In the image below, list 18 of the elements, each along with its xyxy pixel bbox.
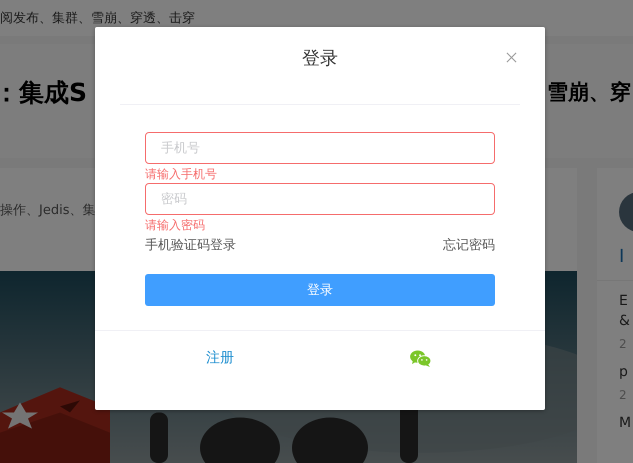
login-button[interactable]: 登录 (145, 274, 495, 306)
sms-login-link[interactable]: 手机验证码登录 (145, 236, 236, 254)
post-title[interactable]: E (619, 291, 633, 311)
dialog-title: 登录 (302, 48, 338, 70)
error-message: 请输入密码 (145, 218, 205, 232)
article-title: ：集成S (0, 76, 88, 108)
tag-list-text: 操作、Jedis、集 (0, 202, 96, 218)
tag-list-text: 阅发布、集群、雪崩、穿透、击穿 (0, 10, 195, 27)
post-title[interactable]: & (619, 311, 633, 331)
wechat-icon[interactable] (410, 350, 430, 366)
post-title[interactable]: M (619, 413, 633, 433)
post-title[interactable]: p (619, 362, 633, 382)
close-icon[interactable] (506, 52, 517, 63)
section-title: I (619, 246, 624, 266)
article-title: 雪崩、穿 (547, 79, 631, 106)
register-link[interactable]: 注册 (206, 349, 234, 367)
error-message: 请输入手机号 (145, 166, 217, 180)
forgot-password-link[interactable]: 忘记密码 (443, 236, 495, 254)
